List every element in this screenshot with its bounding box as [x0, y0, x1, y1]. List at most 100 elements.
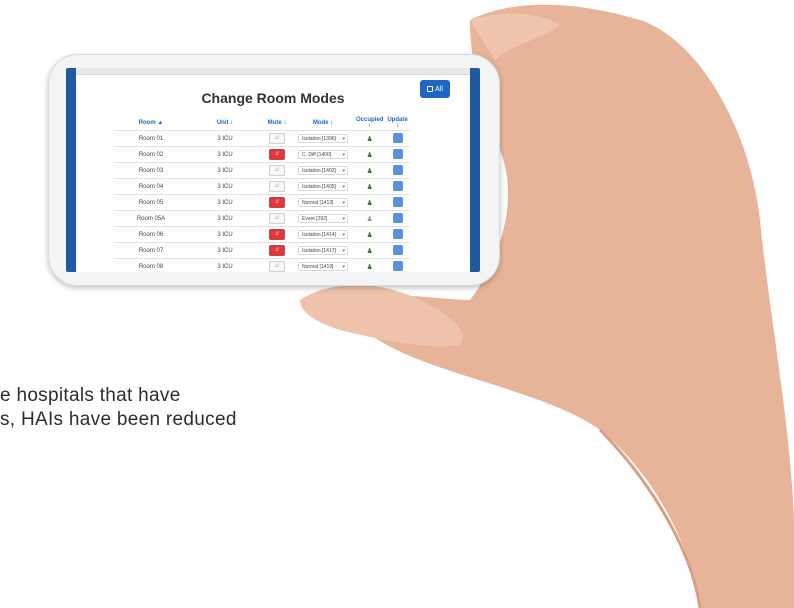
mute-cell: ♫ [262, 258, 292, 272]
mute-cell: ♫ [262, 242, 292, 259]
mode-select[interactable]: Isolation [1396] ▾ [298, 134, 348, 143]
update-button[interactable] [392, 180, 403, 191]
mode-cell: Normal [1413] ▾ [292, 194, 354, 211]
room-name-cell: Room 07 [114, 242, 188, 259]
header-mute[interactable]: Mute ↕ [262, 116, 292, 131]
chevron-down-icon: ▾ [342, 168, 345, 174]
chevron-down-icon: ▾ [342, 264, 345, 270]
mode-cell: Isolation [1417] ▾ [292, 242, 354, 259]
mode-select[interactable]: Isolation [1414] ▾ [298, 230, 348, 239]
mute-active-icon[interactable]: ♫ [269, 197, 285, 208]
unit-cell: 3 ICU [188, 242, 262, 259]
browser-topbar [76, 68, 470, 75]
update-button[interactable] [392, 164, 403, 175]
unit-cell: 3 ICU [188, 130, 262, 147]
header-room[interactable]: Room ▲ [114, 116, 188, 131]
mode-select-value: Isolation [1417] [302, 248, 336, 254]
unit-cell: 3 ICU [188, 258, 262, 272]
bell-icon[interactable]: ♫ [269, 213, 285, 224]
rooms-table: Room ▲ Unit ↕ Mute ↕ Mode ↕ Occupied ↕ Up… [114, 116, 410, 272]
mode-select[interactable]: Normal [1413] ▾ [298, 198, 348, 207]
chevron-down-icon: ▾ [342, 136, 345, 142]
occupied-person-icon: ♟ [366, 199, 373, 207]
sort-icon: ↕ [283, 120, 287, 126]
paragraph-line-2: s, HAIs have been reduced [0, 409, 237, 430]
update-cell [385, 258, 410, 272]
mode-cell: Isolation [1405] ▾ [292, 178, 354, 195]
room-name-cell: Room 05 [114, 194, 188, 211]
occupied-cell: ♟ [354, 258, 386, 272]
occupied-person-icon: ♟ [366, 263, 373, 271]
mute-active-icon[interactable]: ♫ [269, 245, 285, 256]
occupied-person-icon: ♟ [366, 167, 373, 175]
unit-cell: 3 ICU [188, 194, 262, 211]
mode-select[interactable]: Isolation [1405] ▾ [298, 182, 348, 191]
room-name-cell: Room 02 [114, 146, 188, 163]
update-cell [385, 194, 410, 211]
all-button[interactable]: All [420, 80, 450, 98]
mode-cell: Event [292] ▾ [292, 210, 354, 227]
chevron-down-icon: ▾ [342, 152, 345, 158]
occupied-cell: ♟ [354, 146, 386, 163]
mute-cell: ♫ [262, 130, 292, 147]
mute-cell: ♫ [262, 146, 292, 163]
header-mode[interactable]: Mode ↕ [292, 116, 354, 131]
mute-active-icon[interactable]: ♫ [269, 229, 285, 240]
sort-icon: ↕ [396, 123, 400, 129]
update-button[interactable] [392, 148, 403, 159]
mute-cell: ♫ [262, 210, 292, 227]
occupied-person-icon: ♟ [366, 231, 373, 239]
occupied-person-icon: ♟ [366, 247, 373, 255]
sort-icon: ↕ [230, 120, 234, 126]
room-name-cell: Room 01 [114, 130, 188, 147]
vacant-person-icon: ♟ [366, 215, 373, 223]
bell-icon[interactable]: ♫ [269, 261, 285, 272]
mode-select-value: Normal [1413] [302, 200, 334, 206]
mute-cell: ♫ [262, 194, 292, 211]
update-cell [385, 242, 410, 259]
update-button[interactable] [392, 244, 403, 255]
mode-select-value: Isolation [1414] [302, 232, 336, 238]
table-row: Room 04 3 ICU ♫ Isolation [1405] ▾ ♟ [114, 178, 410, 195]
mute-active-icon[interactable]: ♫ [269, 149, 285, 160]
update-button[interactable] [392, 212, 403, 223]
table-row: Room 02 3 ICU ♫ C. Diff [1400] ▾ ♟ [114, 146, 410, 163]
bell-icon[interactable]: ♫ [269, 133, 285, 144]
update-button[interactable] [392, 228, 403, 239]
update-cell [385, 162, 410, 179]
update-button[interactable] [392, 132, 403, 143]
mode-select-value: Normal [1419] [302, 264, 334, 270]
update-cell [385, 210, 410, 227]
occupied-cell: ♟ [354, 226, 386, 243]
bell-icon[interactable]: ♫ [269, 165, 285, 176]
room-name-cell: Room 05A [114, 210, 188, 227]
table-row: Room 07 3 ICU ♫ Isolation [1417] ▾ ♟ [114, 242, 410, 259]
header-unit[interactable]: Unit ↕ [188, 116, 262, 131]
chevron-down-icon: ▾ [342, 200, 345, 206]
mode-select[interactable]: C. Diff [1400] ▾ [298, 150, 348, 159]
chevron-down-icon: ▾ [342, 232, 345, 238]
mute-cell: ♫ [262, 178, 292, 195]
update-cell [385, 130, 410, 147]
chevron-down-icon: ▾ [342, 248, 345, 254]
occupied-cell: ♟ [354, 130, 386, 147]
mode-select[interactable]: Normal [1419] ▾ [298, 262, 348, 271]
update-button[interactable] [392, 196, 403, 207]
mode-select[interactable]: Isolation [1402] ▾ [298, 166, 348, 175]
mode-cell: Isolation [1402] ▾ [292, 162, 354, 179]
room-name-cell: Room 08 [114, 258, 188, 272]
occupied-cell: ♟ [354, 210, 386, 227]
chevron-down-icon: ▾ [342, 216, 345, 222]
mode-select[interactable]: Event [292] ▾ [298, 214, 348, 223]
room-name-cell: Room 06 [114, 226, 188, 243]
bell-icon[interactable]: ♫ [269, 181, 285, 192]
mode-select[interactable]: Isolation [1417] ▾ [298, 246, 348, 255]
mode-cell: Normal [1419] ▾ [292, 258, 354, 272]
header-occupied[interactable]: Occupied ↕ [354, 116, 385, 131]
phone-screen: Change Room Modes All Room ▲ Unit ↕ Mute… [66, 68, 480, 272]
table-row: Room 03 3 ICU ♫ Isolation [1402] ▾ ♟ [114, 162, 410, 179]
table-row: Room 06 3 ICU ♫ Isolation [1414] ▾ ♟ [114, 226, 410, 243]
header-update[interactable]: Update ↕ [385, 116, 409, 131]
update-button[interactable] [392, 260, 403, 271]
room-name-cell: Room 03 [114, 162, 188, 179]
